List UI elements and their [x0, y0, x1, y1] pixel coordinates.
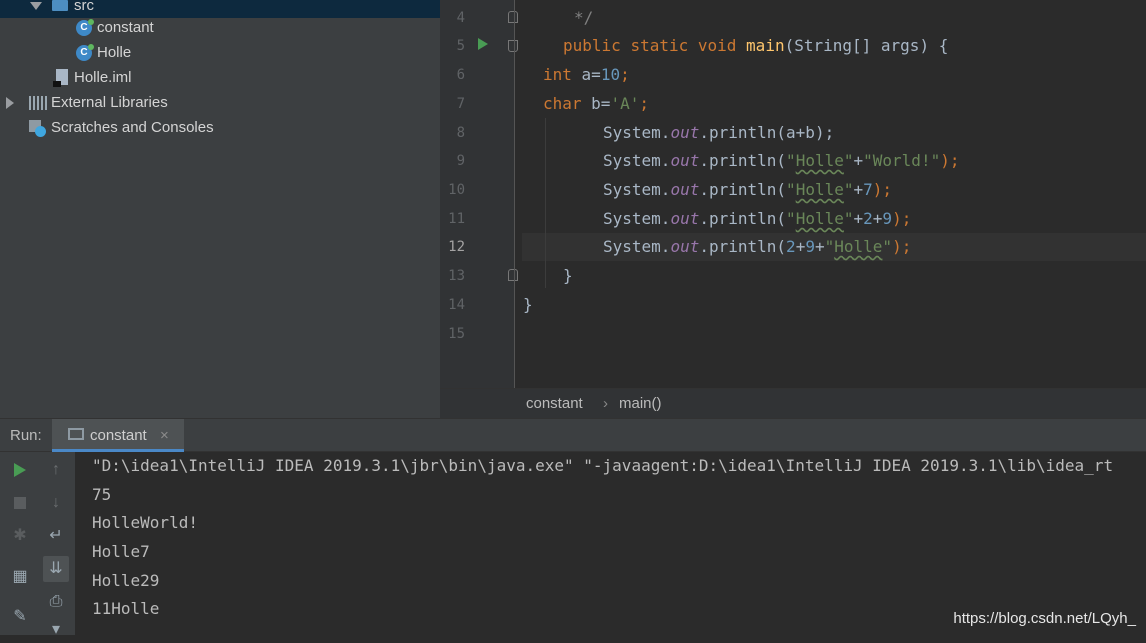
tree-item-holle-iml[interactable]: Holle.iml: [0, 66, 440, 90]
scroll-to-end-icon: ⇊: [49, 560, 63, 577]
tree-item-external-libraries[interactable]: External Libraries: [0, 91, 440, 115]
line-number-current: 12: [448, 239, 465, 255]
folder-icon: [52, 0, 68, 11]
watermark: https://blog.csdn.net/LQyh_: [953, 610, 1136, 627]
print-icon: ⎙: [49, 593, 63, 610]
console-line: 11Holle: [92, 599, 160, 618]
line-number: 13: [448, 268, 465, 284]
line-number: 10: [448, 182, 465, 198]
print-button[interactable]: ⎙: [43, 589, 69, 615]
line-number: 14: [448, 297, 465, 313]
editor-gutter: 4 5 6 7 8 9 10 11 12 13 14 15: [440, 0, 518, 388]
trash-icon: ▾: [51, 621, 61, 638]
tree-item-label: External Libraries: [51, 94, 168, 111]
breadcrumb: constant › main(): [440, 388, 1146, 419]
code-line-14: }: [523, 295, 533, 314]
console-output[interactable]: "D:\idea1\IntelliJ IDEA 2019.3.1\jbr\bin…: [76, 452, 1146, 635]
tree-item-constant[interactable]: C constant: [0, 16, 440, 40]
run-tool-window-header: Run: constant ×: [0, 418, 1146, 452]
tree-item-label: constant: [97, 19, 154, 36]
down-arrow-icon: ↓: [52, 494, 60, 511]
line-number: 7: [456, 96, 465, 112]
tree-item-label: Scratches and Consoles: [51, 119, 214, 136]
project-tool-window: src C constant C Holle Holle.iml Externa…: [0, 0, 440, 418]
layout-button[interactable]: ▦: [7, 564, 33, 590]
console-icon: [68, 428, 84, 440]
close-icon[interactable]: ×: [160, 419, 169, 452]
code-line-7: char b='A';: [543, 94, 649, 113]
pin-button[interactable]: ✎: [7, 604, 33, 630]
run-gutter-icon[interactable]: [478, 38, 488, 50]
breadcrumb-separator: ›: [603, 395, 608, 412]
breadcrumb-class[interactable]: constant: [526, 389, 583, 419]
debug-button[interactable]: ✱: [7, 523, 33, 549]
pin-icon: ✎: [13, 608, 27, 625]
run-tab-constant[interactable]: constant ×: [52, 419, 184, 452]
line-number: 15: [448, 326, 465, 342]
layout-icon: ▦: [12, 568, 28, 585]
code-line-10: System.out.println("Holle"+7);: [603, 180, 893, 199]
wrap-icon: ↵: [49, 527, 63, 544]
tree-item-holle[interactable]: C Holle: [0, 41, 440, 65]
code-line-6: int a=10;: [543, 65, 630, 84]
indent-guide: [545, 118, 546, 288]
breadcrumb-method[interactable]: main(): [619, 389, 662, 419]
line-number: 6: [456, 67, 465, 83]
bug-icon: ✱: [13, 527, 27, 544]
line-number: 4: [456, 10, 465, 26]
tree-item-scratches[interactable]: Scratches and Consoles: [0, 116, 440, 140]
scratches-icon: [29, 120, 46, 137]
libraries-icon: [29, 96, 47, 110]
stop-icon: [14, 497, 26, 509]
down-arrow-button[interactable]: ↓: [43, 490, 69, 516]
line-number: 11: [448, 211, 465, 227]
class-icon: C: [76, 19, 94, 36]
line-number: 9: [456, 153, 465, 169]
code-line-13: }: [563, 266, 573, 285]
rerun-button[interactable]: [7, 457, 33, 483]
fold-marker-icon[interactable]: [508, 269, 518, 281]
delete-button[interactable]: ▾: [43, 617, 69, 643]
code-line-4: */: [574, 8, 594, 27]
stop-button[interactable]: [7, 490, 33, 516]
console-line: Holle29: [92, 571, 160, 590]
expand-arrow-icon[interactable]: [6, 97, 14, 109]
run-tab-label: constant: [90, 427, 147, 444]
code-line-8: System.out.println(a+b);: [603, 123, 835, 142]
code-editor[interactable]: 4 5 6 7 8 9 10 11 12 13 14 15 */ public …: [440, 0, 1146, 419]
gutter-divider: [514, 0, 515, 388]
class-icon: C: [76, 44, 94, 61]
code-line-5: public static void main(String[] args) {: [563, 36, 949, 55]
console-line: HolleWorld!: [92, 513, 198, 532]
line-number: 8: [456, 125, 465, 141]
fold-marker-icon[interactable]: [508, 40, 518, 52]
scroll-to-end-button[interactable]: ⇊: [43, 556, 69, 582]
code-line-12: System.out.println(2+9+"Holle");: [603, 237, 912, 256]
play-icon: [14, 463, 26, 477]
tree-item-label: Holle: [97, 44, 132, 61]
console-line: 75: [92, 485, 112, 504]
line-number: 5: [456, 38, 465, 54]
up-arrow-icon: ↑: [52, 461, 60, 478]
soft-wrap-button[interactable]: ↵: [43, 523, 69, 549]
console-line: "D:\idea1\IntelliJ IDEA 2019.3.1\jbr\bin…: [92, 456, 1114, 475]
iml-file-icon: [53, 69, 68, 87]
run-label: Run:: [10, 427, 42, 444]
tree-item-label: Holle.iml: [74, 69, 132, 86]
console-line: Holle7: [92, 542, 150, 561]
up-arrow-button[interactable]: ↑: [43, 457, 69, 483]
fold-marker-icon[interactable]: [508, 11, 518, 23]
expand-arrow-icon[interactable]: [30, 2, 42, 10]
run-toolbar: ↑ ↓ ✱ ↵ ⇊ ▦ ⎙ ✎ ▾: [0, 452, 75, 638]
code-line-11: System.out.println("Holle"+2+9);: [603, 209, 912, 228]
code-line-9: System.out.println("Holle"+"World!");: [603, 151, 960, 170]
